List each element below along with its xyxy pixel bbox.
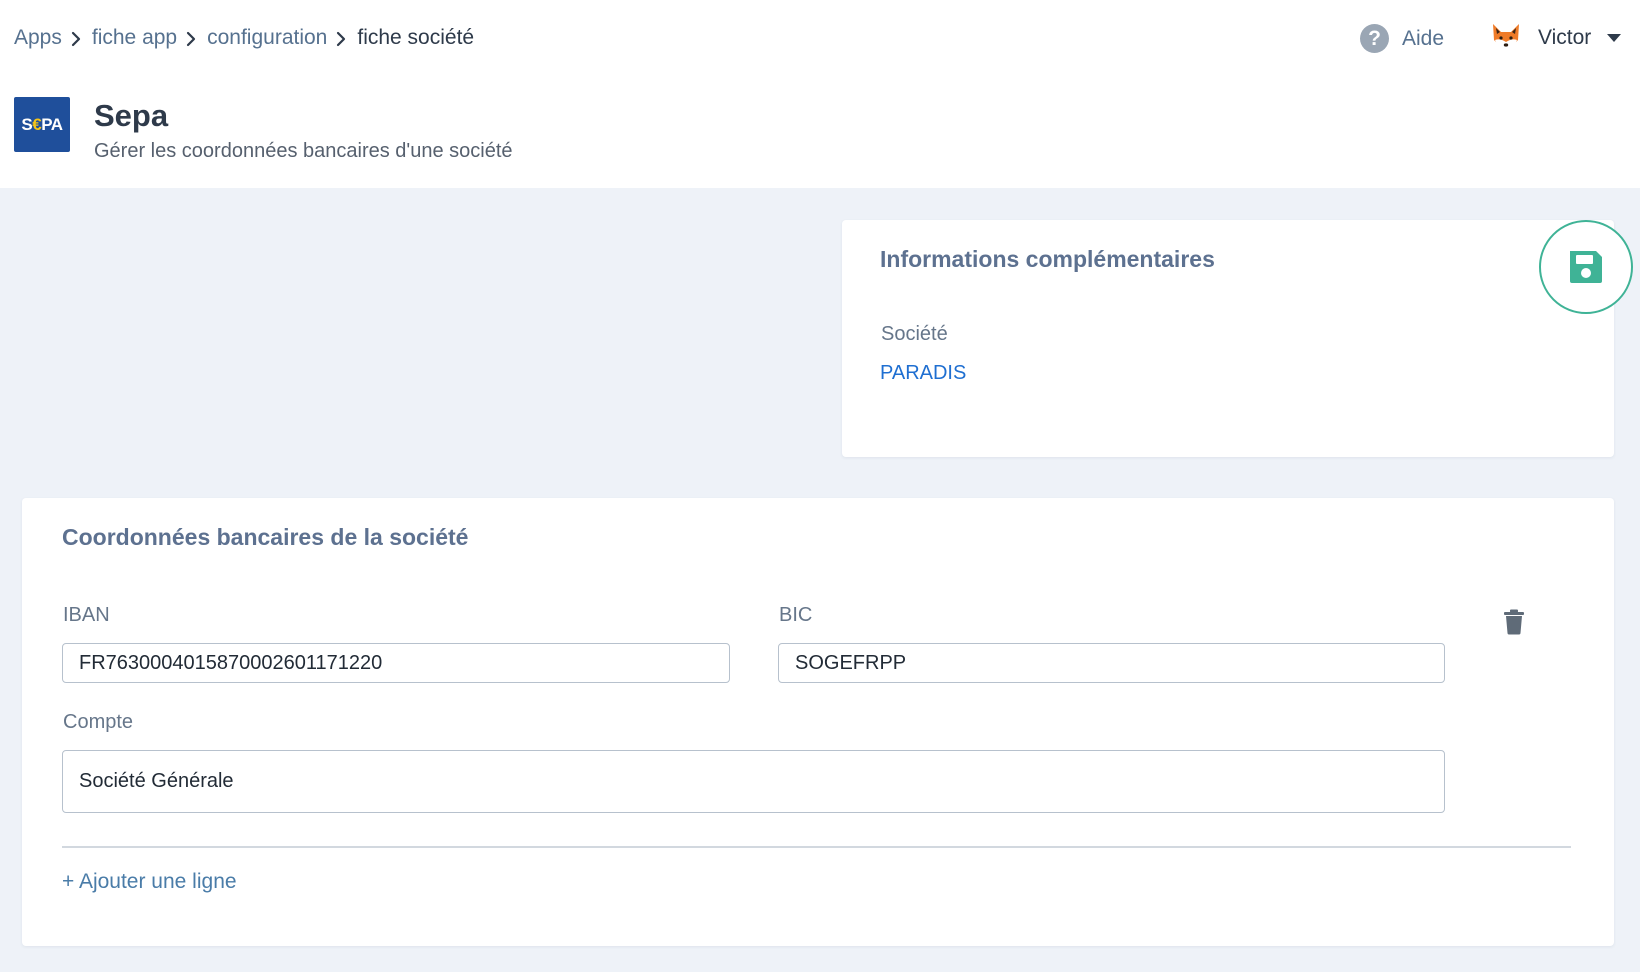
sepa-logo: S € PA [14,97,70,152]
chevron-right-icon [177,28,207,48]
bic-input[interactable]: SOGEFRPP [778,643,1445,683]
bic-value: SOGEFRPP [795,651,907,674]
company-link[interactable]: PARADIS [880,362,966,385]
save-button[interactable] [1539,220,1633,314]
bic-label: BIC [779,604,813,626]
bank-card-title: Coordonnées bancaires de la société [62,524,469,550]
fox-avatar [1488,20,1524,56]
user-name: Victor [1538,26,1592,49]
bank-card: Coordonnées bancaires de la société IBAN… [22,498,1614,946]
iban-label: IBAN [63,604,110,626]
account-label: Compte [63,711,134,733]
breadcrumb: Apps fiche app configuration fiche socié… [14,26,474,50]
info-card-title: Informations complémentaires [880,246,1215,272]
help-icon: ? [1360,24,1389,53]
info-card: Informations complémentaires Société PAR… [842,220,1614,457]
account-value: Société Générale [79,770,234,792]
top-header: Apps fiche app configuration fiche socié… [0,0,1640,188]
caret-down-icon [1607,34,1622,42]
help-label: Aide [1402,26,1445,50]
app-title: Sepa [94,98,169,133]
user-menu[interactable]: Victor [1488,20,1622,56]
iban-value: FR7630004015870002601171220 [79,651,383,674]
iban-input[interactable]: FR7630004015870002601171220 [62,643,730,683]
company-label: Société [881,323,948,345]
breadcrumb-fiche-app[interactable]: fiche app [92,26,177,50]
account-input[interactable]: Société Générale [62,750,1445,813]
breadcrumb-apps[interactable]: Apps [14,26,62,50]
breadcrumb-configuration[interactable]: configuration [207,26,327,50]
app-subtitle: Gérer les coordonnées bancaires d'une so… [94,140,513,162]
help-button[interactable]: ? Aide [1360,24,1444,53]
trash-icon[interactable] [1503,609,1525,635]
add-line-button[interactable]: + Ajouter une ligne [62,870,237,894]
chevron-right-icon [327,28,357,48]
save-icon [1570,251,1602,283]
chevron-right-icon [62,28,92,48]
breadcrumb-current: fiche société [357,26,475,49]
divider [62,846,1571,848]
